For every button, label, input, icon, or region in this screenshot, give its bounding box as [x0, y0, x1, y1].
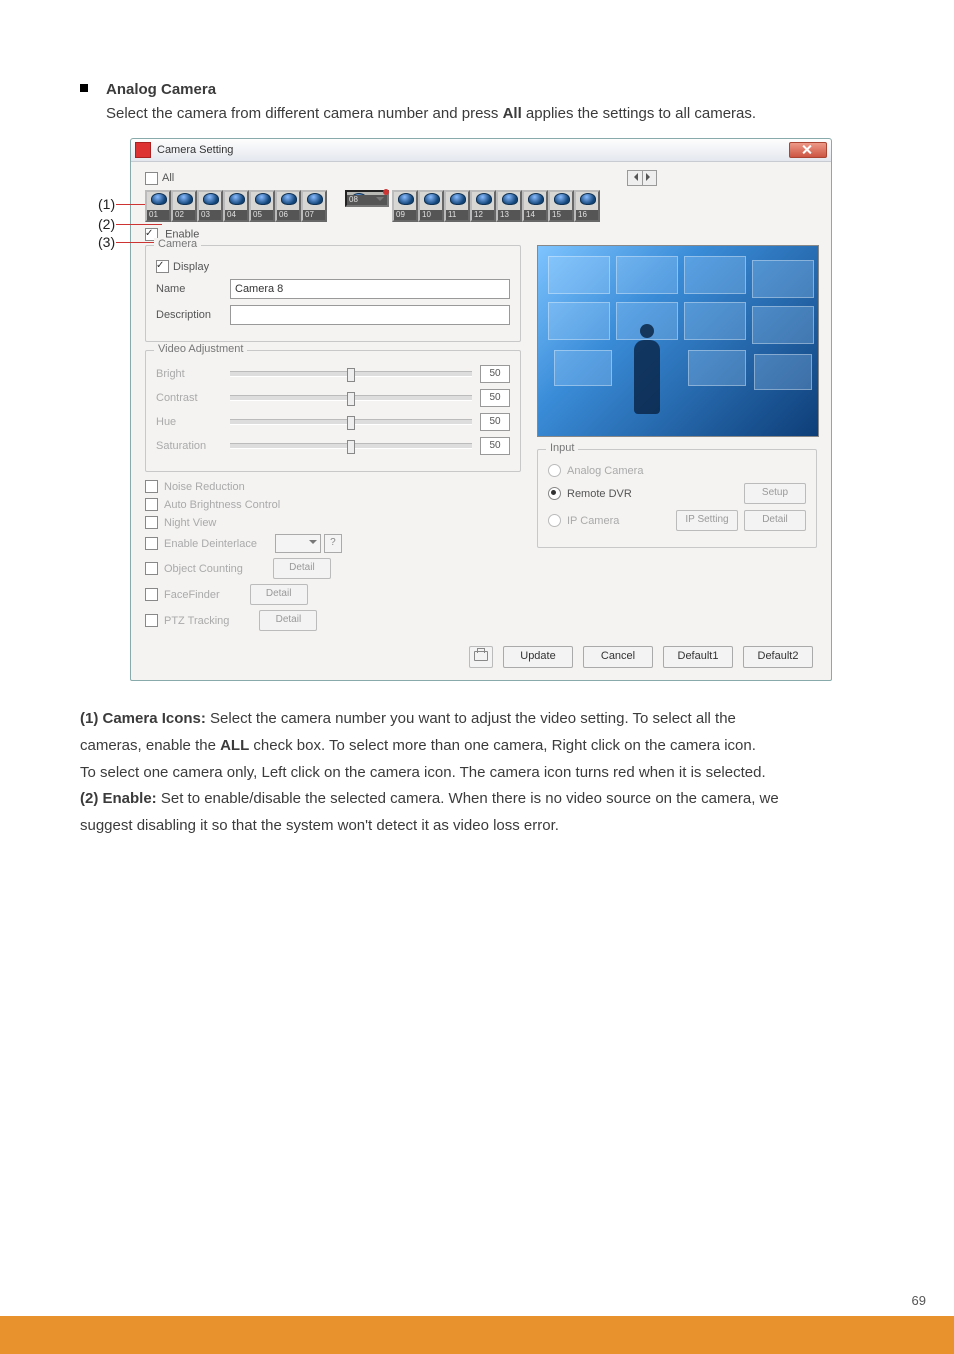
- night-view-checkbox[interactable]: [145, 516, 158, 529]
- print-icon[interactable]: [469, 646, 493, 668]
- facefinder-detail-button[interactable]: Detail: [250, 584, 308, 605]
- saturation-slider[interactable]: [230, 443, 472, 449]
- camera-setting-window: Camera Setting All 010203040506070809101…: [130, 138, 832, 681]
- camera-tab-13[interactable]: 13: [496, 190, 522, 222]
- camera-tab-14[interactable]: 14: [522, 190, 548, 222]
- close-icon[interactable]: [789, 142, 827, 158]
- all-checkbox[interactable]: [145, 172, 158, 185]
- app-icon: [135, 142, 151, 158]
- window-title: Camera Setting: [157, 144, 789, 156]
- bullet-text: Analog Camera Select the camera from dif…: [106, 78, 756, 126]
- object-counting-checkbox[interactable]: [145, 562, 158, 575]
- ptz-tracking-checkbox[interactable]: [145, 614, 158, 627]
- remote-setup-button[interactable]: Setup: [744, 483, 806, 504]
- name-field[interactable]: [230, 279, 510, 299]
- camera-tab-06[interactable]: 06: [275, 190, 301, 222]
- video-adjust-fieldset: Video Adjustment Bright50 Contrast50 Hue…: [145, 350, 521, 472]
- description-field[interactable]: [230, 305, 510, 325]
- camera-strip: 01020304050607 080910111213141516: [145, 190, 817, 222]
- callout-2: (2): [98, 216, 115, 232]
- camera-tab-05[interactable]: 05: [249, 190, 275, 222]
- deinterlace-help-button[interactable]: ?: [324, 534, 342, 553]
- camera-tab-03[interactable]: 03: [197, 190, 223, 222]
- contrast-value: 50: [480, 389, 510, 407]
- camera-stepper[interactable]: [627, 170, 657, 186]
- noise-reduction-checkbox[interactable]: [145, 480, 158, 493]
- cancel-button[interactable]: Cancel: [583, 646, 653, 668]
- hue-value: 50: [480, 413, 510, 431]
- camera-tab-16[interactable]: 16: [574, 190, 600, 222]
- camera-tab-01[interactable]: 01: [145, 190, 171, 222]
- ip-camera-radio[interactable]: [548, 514, 561, 527]
- description-text: (1) Camera Icons: Select the camera numb…: [80, 707, 894, 839]
- camera-fieldset: Camera Display Name Description: [145, 245, 521, 342]
- object-counting-detail-button[interactable]: Detail: [273, 558, 331, 579]
- callout-3: (3): [98, 234, 115, 250]
- saturation-value: 50: [480, 437, 510, 455]
- bright-value: 50: [480, 365, 510, 383]
- facefinder-checkbox[interactable]: [145, 588, 158, 601]
- page-footer-bar: [0, 1316, 954, 1354]
- display-checkbox[interactable]: [156, 260, 169, 273]
- remote-dvr-radio[interactable]: [548, 487, 561, 500]
- page-number: 69: [912, 1293, 926, 1308]
- hue-slider[interactable]: [230, 419, 472, 425]
- camera-tab-02[interactable]: 02: [171, 190, 197, 222]
- deinterlace-checkbox[interactable]: [145, 537, 158, 550]
- analog-camera-radio[interactable]: [548, 464, 561, 477]
- camera-preview: [537, 245, 819, 437]
- update-button[interactable]: Update: [503, 646, 573, 668]
- ip-setting-button[interactable]: IP Setting: [676, 510, 738, 531]
- bullet-square: [80, 84, 88, 92]
- camera-tab-12[interactable]: 12: [470, 190, 496, 222]
- camera-tab-10[interactable]: 10: [418, 190, 444, 222]
- auto-brightness-checkbox[interactable]: [145, 498, 158, 511]
- camera-tab-04[interactable]: 04: [223, 190, 249, 222]
- deinterlace-select[interactable]: [275, 534, 321, 553]
- default1-button[interactable]: Default1: [663, 646, 733, 668]
- all-label: All: [162, 172, 174, 184]
- camera-tab-08[interactable]: 08: [345, 190, 389, 207]
- input-fieldset: Input Analog Camera Remote DVRSetup IP C…: [537, 449, 817, 548]
- ip-detail-button[interactable]: Detail: [744, 510, 806, 531]
- camera-tab-11[interactable]: 11: [444, 190, 470, 222]
- camera-tab-15[interactable]: 15: [548, 190, 574, 222]
- ptz-detail-button[interactable]: Detail: [259, 610, 317, 631]
- bright-slider[interactable]: [230, 371, 472, 377]
- contrast-slider[interactable]: [230, 395, 472, 401]
- default2-button[interactable]: Default2: [743, 646, 813, 668]
- callout-1: (1): [98, 196, 115, 212]
- camera-tab-09[interactable]: 09: [392, 190, 418, 222]
- camera-tab-07[interactable]: 07: [301, 190, 327, 222]
